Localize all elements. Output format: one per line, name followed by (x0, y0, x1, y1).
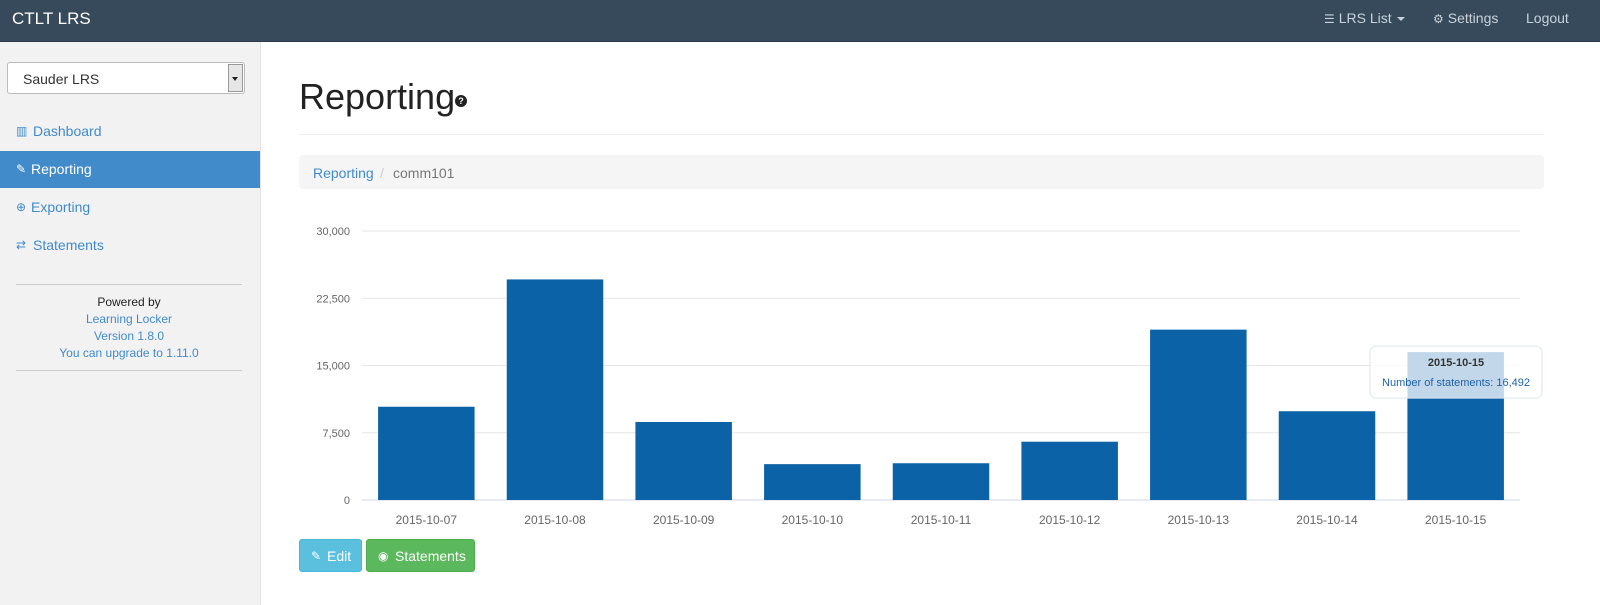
sidebar-item-exporting[interactable]: ⊕ Exporting (0, 189, 260, 226)
download-circle-icon: ⊕ (16, 200, 27, 214)
version-link[interactable]: Version 1.8.0 (16, 328, 242, 345)
bar[interactable] (1021, 441, 1118, 500)
upgrade-link[interactable]: You can upgrade to 1.11.0 (16, 345, 242, 362)
triangle-down-icon (232, 77, 238, 81)
lrs-list-menu[interactable]: ☰ LRS List (1324, 10, 1405, 26)
bar[interactable] (506, 279, 604, 500)
bar[interactable] (764, 464, 861, 500)
eye-icon: ◉ (378, 549, 389, 563)
exchange-icon: ⇄ (16, 238, 27, 252)
y-tick-label: 15,000 (316, 361, 350, 373)
bar[interactable] (1278, 411, 1376, 500)
tooltip-title: 2015-10-15 (1428, 357, 1484, 369)
sidebar-divider (16, 284, 242, 285)
caret-down-icon (1396, 17, 1405, 22)
x-tick-label: 2015-10-09 (653, 513, 715, 527)
edit-button[interactable]: ✎ Edit (299, 539, 362, 572)
gear-icon: ⚙ (1433, 12, 1444, 26)
sidebar: Sauder LRS ▥ Dashboard ✎ Reporting ⊕ Exp… (0, 42, 261, 605)
tooltip-box (1369, 345, 1543, 399)
top-navbar: CTLT LRS ☰ LRS List ⚙ Settings Logout (0, 0, 1600, 42)
settings-link[interactable]: ⚙ Settings (1433, 10, 1498, 26)
sidebar-divider (16, 370, 242, 371)
sidebar-item-statements[interactable]: ⇄ Statements (0, 227, 260, 264)
brand-link[interactable]: CTLT LRS (12, 9, 91, 29)
x-tick-label: 2015-10-11 (911, 513, 972, 527)
x-tick-label: 2015-10-07 (396, 513, 458, 527)
pencil-icon: ✎ (16, 162, 27, 176)
x-tick-label: 2015-10-10 (782, 513, 844, 527)
powered-by-block: Powered by Learning Locker Version 1.8.0… (16, 294, 242, 362)
lrs-select[interactable]: Sauder LRS (7, 62, 245, 94)
logout-link[interactable]: Logout (1526, 10, 1569, 26)
title-divider (299, 134, 1544, 135)
breadcrumb-current: comm101 (393, 165, 455, 181)
y-tick-label: 7,500 (322, 428, 350, 440)
statements-button[interactable]: ◉ Statements (366, 539, 475, 572)
sidebar-item-reporting[interactable]: ✎ Reporting (0, 151, 260, 188)
lrs-list-label: LRS List (1338, 10, 1392, 26)
tooltip-value: Number of statements: 16,492 (1382, 377, 1530, 389)
x-tick-label: 2015-10-13 (1168, 513, 1230, 527)
x-tick-label: 2015-10-12 (1039, 513, 1101, 527)
bar[interactable] (635, 421, 732, 500)
select-dropdown-button[interactable] (228, 64, 243, 92)
bar-chart-icon: ▥ (16, 124, 28, 138)
y-tick-label: 30,000 (316, 226, 350, 238)
x-tick-label: 2015-10-15 (1425, 513, 1487, 527)
breadcrumb-reporting-link[interactable]: Reporting (313, 165, 374, 181)
sidebar-item-dashboard[interactable]: ▥ Dashboard (0, 113, 260, 150)
sidebar-item-label: Reporting (31, 161, 92, 177)
sidebar-item-label: Statements (33, 237, 104, 253)
breadcrumb-separator: / (380, 165, 384, 181)
page-title: Reporting (299, 76, 456, 117)
learning-locker-link[interactable]: Learning Locker (16, 311, 242, 328)
x-tick-label: 2015-10-14 (1296, 513, 1358, 527)
breadcrumb: Reporting / comm101 (299, 155, 1544, 189)
bar[interactable] (892, 463, 990, 500)
y-tick-label: 0 (344, 495, 350, 507)
edit-button-label: Edit (327, 548, 352, 564)
bar[interactable] (378, 406, 475, 500)
question-circle-icon[interactable]: ? (455, 95, 467, 107)
statements-bar-chart: 0 7,500 15,000 22,500 30,000 2015-10-07 2015-1… (316, 226, 1543, 527)
y-tick-label: 22,500 (316, 293, 350, 305)
powered-by-text: Powered by (97, 295, 161, 309)
settings-label: Settings (1447, 10, 1499, 26)
sidebar-item-label: Dashboard (33, 123, 102, 139)
x-tick-label: 2015-10-08 (524, 513, 586, 527)
pencil-icon: ✎ (311, 549, 322, 563)
list-icon: ☰ (1324, 12, 1335, 26)
lrs-select-value: Sauder LRS (23, 71, 100, 87)
statements-button-label: Statements (395, 548, 466, 564)
bar[interactable] (1150, 329, 1247, 500)
sidebar-item-label: Exporting (31, 199, 91, 215)
